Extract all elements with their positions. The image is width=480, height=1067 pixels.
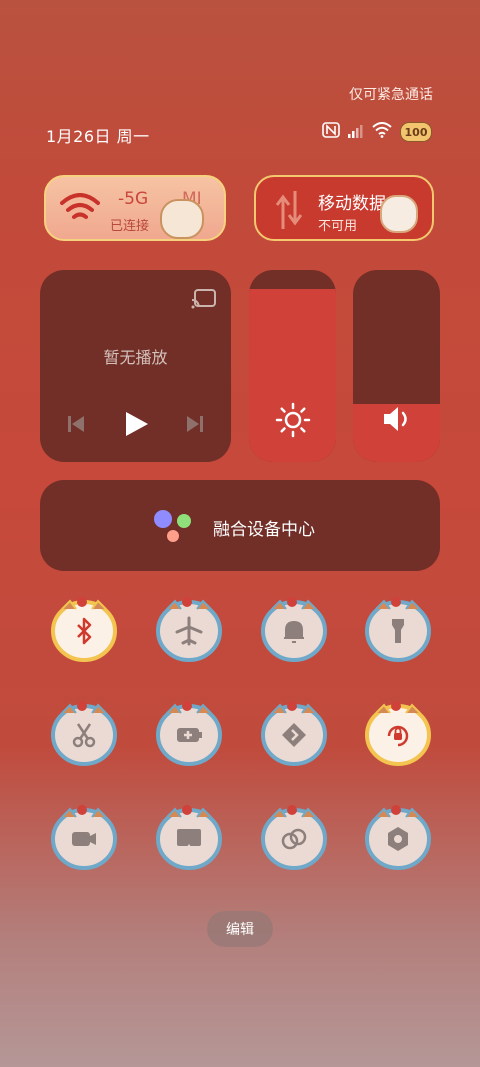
device-center-label: 融合设备中心 xyxy=(213,520,315,540)
no-playback-text: 暂无播放 xyxy=(103,348,168,367)
device-center-icon xyxy=(154,510,191,542)
toggle-screen-record[interactable] xyxy=(48,801,120,873)
cast-screen-icon[interactable] xyxy=(191,288,217,310)
location-icon xyxy=(282,723,306,747)
toggle-airplane[interactable] xyxy=(153,593,225,665)
mascot-image xyxy=(380,195,418,233)
wifi-tile[interactable]: -5G MI 已连接 xyxy=(44,175,226,241)
wifi-status: 已连接 xyxy=(110,219,150,234)
wifi-icon xyxy=(60,193,100,219)
toggle-cast[interactable] xyxy=(153,801,225,873)
mascot-image xyxy=(160,199,204,239)
date-text: 1月26日 周一 xyxy=(46,127,150,146)
device-center-card[interactable]: 融合设备中心 xyxy=(40,480,440,571)
brightness-icon xyxy=(275,402,311,438)
brightness-slider[interactable] xyxy=(249,270,336,462)
toggle-bluetooth[interactable] xyxy=(48,593,120,665)
flashlight-icon xyxy=(392,619,404,643)
screenshot-icon xyxy=(72,723,96,748)
previous-track-icon[interactable] xyxy=(66,414,86,434)
battery-saver-icon xyxy=(177,728,202,742)
mobile-data-icon xyxy=(275,191,303,229)
media-player-card[interactable]: 暂无播放 xyxy=(40,270,231,462)
battery-icon: 100 xyxy=(400,122,432,142)
screen-record-icon xyxy=(72,832,96,846)
volume-slider[interactable] xyxy=(353,270,440,462)
emergency-call-text: 仅可紧急通话 xyxy=(349,87,433,103)
toggle-rotation-lock[interactable] xyxy=(362,697,434,769)
wifi-name: -5G xyxy=(118,189,149,209)
mobile-data-status: 不可用 xyxy=(318,219,358,234)
cast-icon xyxy=(177,829,201,851)
settings-icon xyxy=(388,827,408,851)
bell-icon xyxy=(284,620,304,643)
toggle-screenshot[interactable] xyxy=(48,697,120,769)
edit-button[interactable]: 编辑 xyxy=(207,911,273,947)
toggle-battery-saver[interactable] xyxy=(153,697,225,769)
toggle-location[interactable] xyxy=(258,697,330,769)
toggle-hotspot[interactable] xyxy=(258,801,330,873)
wifi-status-icon xyxy=(372,122,392,142)
play-icon[interactable] xyxy=(122,410,150,438)
nfc-icon xyxy=(322,122,340,142)
rotation-lock-icon xyxy=(387,725,409,747)
status-bar-icons: 100 xyxy=(322,122,432,142)
mobile-data-title: 移动数据 xyxy=(318,194,386,214)
volume-icon xyxy=(384,407,407,431)
toggle-flashlight[interactable] xyxy=(362,593,434,665)
mobile-data-tile[interactable]: 移动数据 不可用 xyxy=(254,175,434,241)
toggle-bell[interactable] xyxy=(258,593,330,665)
airplane-icon xyxy=(175,616,203,646)
bluetooth-icon xyxy=(77,617,92,645)
signal-icon xyxy=(348,123,364,142)
toggle-settings[interactable] xyxy=(362,801,434,873)
next-track-icon[interactable] xyxy=(185,414,205,434)
hotspot-icon xyxy=(281,828,307,850)
